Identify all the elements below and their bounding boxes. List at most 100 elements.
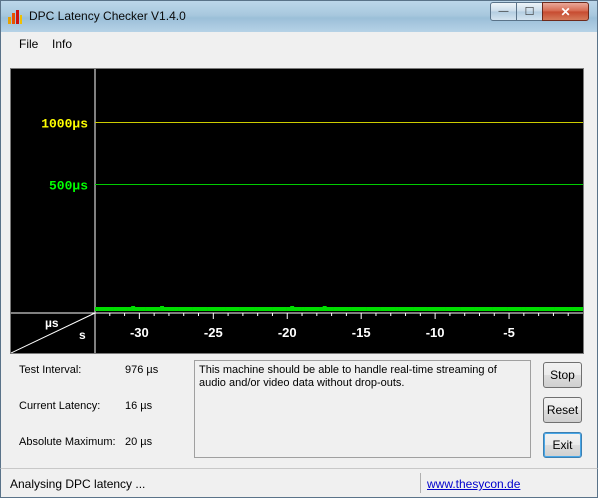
minimize-icon: — bbox=[498, 6, 509, 17]
menu-file[interactable]: File bbox=[19, 37, 38, 51]
latency-bar bbox=[521, 307, 526, 311]
latency-bar bbox=[409, 307, 414, 311]
latency-bar bbox=[167, 307, 172, 311]
latency-bar bbox=[304, 307, 309, 311]
latency-bar bbox=[528, 307, 533, 311]
latency-bar bbox=[362, 307, 367, 311]
corner-y-unit: µs bbox=[45, 316, 59, 330]
latency-bar bbox=[539, 307, 544, 311]
latency-bar bbox=[290, 306, 295, 311]
minimize-button[interactable]: — bbox=[490, 2, 517, 21]
latency-bar bbox=[463, 307, 468, 311]
latency-bar bbox=[525, 307, 530, 311]
latency-bar bbox=[369, 307, 374, 311]
latency-bar bbox=[355, 307, 360, 311]
latency-bar bbox=[228, 307, 233, 311]
latency-bar bbox=[272, 307, 277, 311]
latency-bar bbox=[358, 307, 363, 311]
latency-bar bbox=[239, 307, 244, 311]
latency-bar bbox=[268, 307, 273, 311]
latency-bar bbox=[178, 307, 183, 311]
latency-bar bbox=[322, 306, 327, 311]
latency-bar bbox=[550, 307, 555, 311]
latency-bar bbox=[301, 307, 305, 311]
latency-bar bbox=[232, 307, 237, 311]
latency-bar bbox=[282, 307, 287, 311]
latency-bar bbox=[478, 307, 483, 311]
latency-bar bbox=[485, 307, 490, 311]
latency-bar bbox=[203, 307, 208, 311]
latency-bar bbox=[181, 307, 186, 311]
latency-bar bbox=[474, 307, 479, 311]
latency-bar bbox=[499, 307, 504, 311]
latency-bar bbox=[98, 307, 103, 311]
latency-bar bbox=[225, 307, 230, 311]
latency-bar bbox=[380, 307, 385, 311]
latency-bar bbox=[199, 307, 204, 311]
x-tick-label: -10 bbox=[426, 325, 445, 340]
latency-bar bbox=[387, 307, 392, 311]
latency-bar bbox=[297, 307, 302, 311]
exit-button[interactable]: Exit bbox=[543, 432, 582, 458]
latency-bar bbox=[145, 307, 150, 311]
latency-bar bbox=[532, 307, 537, 311]
latency-bar bbox=[402, 307, 407, 311]
title-bar: DPC Latency Checker V1.4.0 — ☐ ✕ bbox=[0, 0, 598, 32]
y-tick-label: 1000µs bbox=[41, 117, 88, 132]
corner-x-unit: s bbox=[79, 328, 86, 342]
latency-bar bbox=[160, 306, 164, 311]
latency-bar bbox=[311, 307, 316, 311]
latency-bar bbox=[235, 307, 240, 311]
latency-bar bbox=[456, 307, 461, 311]
latency-bar bbox=[467, 307, 472, 311]
maximize-icon: ☐ bbox=[524, 6, 535, 18]
latency-bar bbox=[543, 307, 548, 311]
current-latency-value: 16 µs bbox=[125, 400, 153, 412]
latency-bar bbox=[243, 307, 248, 311]
status-text: Analysing DPC latency ... bbox=[10, 477, 146, 491]
latency-bar bbox=[507, 307, 512, 311]
latency-bar bbox=[413, 307, 418, 311]
latency-bar bbox=[250, 307, 255, 311]
latency-bar bbox=[492, 307, 497, 311]
latency-bar bbox=[127, 307, 132, 311]
latency-bar bbox=[174, 307, 179, 311]
latency-bar bbox=[326, 307, 331, 311]
absolute-max-label: Absolute Maximum: bbox=[19, 436, 116, 448]
latency-bar bbox=[315, 307, 320, 311]
latency-bar bbox=[384, 307, 389, 311]
latency-bar bbox=[156, 307, 161, 311]
latency-bar bbox=[405, 307, 410, 311]
latency-bar bbox=[438, 307, 443, 311]
stop-button[interactable]: Stop bbox=[543, 362, 582, 388]
latency-bar bbox=[120, 307, 125, 311]
latency-bar bbox=[246, 307, 251, 311]
latency-bar bbox=[391, 307, 396, 311]
latency-bar bbox=[319, 307, 324, 311]
latency-bar bbox=[561, 307, 566, 311]
latency-bar bbox=[337, 307, 342, 311]
maximize-button[interactable]: ☐ bbox=[516, 2, 543, 21]
latency-bar bbox=[489, 307, 493, 311]
latency-bar bbox=[95, 307, 99, 311]
latency-bar bbox=[113, 307, 117, 311]
reset-button[interactable]: Reset bbox=[543, 397, 582, 423]
latency-bar bbox=[564, 307, 569, 311]
latency-bar bbox=[123, 307, 128, 311]
latency-bar bbox=[286, 307, 291, 311]
latency-bar bbox=[496, 307, 501, 311]
close-button[interactable]: ✕ bbox=[542, 2, 589, 21]
latency-bar bbox=[210, 307, 215, 311]
latency-bar bbox=[254, 307, 258, 311]
latency-bar bbox=[340, 307, 345, 311]
website-link[interactable]: www.thesycon.de bbox=[427, 477, 520, 491]
latency-chart-svg: 16000µs8000µs4000µs2000µs1000µs500µsµss-… bbox=[11, 69, 583, 353]
status-message: This machine should be able to handle re… bbox=[194, 360, 531, 458]
latency-bar bbox=[514, 307, 519, 311]
latency-bar bbox=[264, 307, 269, 311]
latency-bar bbox=[333, 307, 338, 311]
latency-bar bbox=[423, 307, 428, 311]
latency-bar bbox=[481, 307, 486, 311]
menu-info[interactable]: Info bbox=[52, 37, 72, 51]
latency-bar bbox=[572, 307, 577, 311]
